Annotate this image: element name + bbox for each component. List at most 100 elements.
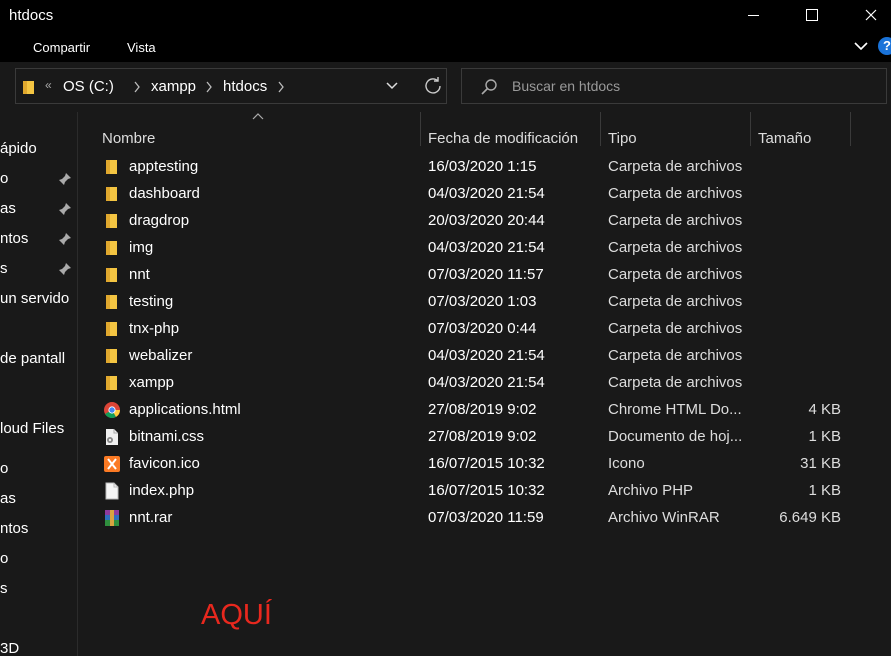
nav-item[interactable]: ntos bbox=[0, 230, 28, 247]
nav-item[interactable]: o bbox=[0, 550, 8, 567]
nav-item[interactable]: ntos bbox=[0, 520, 28, 537]
file-row[interactable]: testing 07/03/2020 1:03 Carpeta de archivo… bbox=[78, 289, 891, 316]
breadcrumb-os-c[interactable]: OS (C:) bbox=[63, 78, 114, 95]
file-row[interactable]: index.php 16/07/2015 10:32 Archivo PHP 1 KB bbox=[78, 478, 891, 505]
window-title: htdocs bbox=[9, 7, 54, 24]
column-divider[interactable] bbox=[420, 112, 421, 146]
column-header-size[interactable]: Tamaño bbox=[758, 130, 811, 147]
breadcrumb-htdocs[interactable]: htdocs bbox=[223, 78, 267, 95]
nav-item[interactable]: de pantall bbox=[0, 350, 65, 367]
chevron-right-icon[interactable] bbox=[277, 81, 285, 93]
nav-item[interactable]: un servido bbox=[0, 290, 69, 307]
column-header-type[interactable]: Tipo bbox=[608, 130, 637, 147]
file-type: Documento de hoj... bbox=[608, 428, 743, 445]
breadcrumb-xampp[interactable]: xampp bbox=[151, 78, 196, 95]
file-type: Carpeta de archivos bbox=[608, 158, 743, 175]
address-bar[interactable]: « OS (C:) xampp htdocs bbox=[15, 68, 447, 104]
file-name: tnx-php bbox=[129, 320, 180, 337]
column-header-date[interactable]: Fecha de modificación bbox=[428, 130, 578, 147]
file-name: nnt bbox=[129, 266, 150, 283]
file-name: xampp bbox=[129, 374, 175, 391]
file-name: apptesting bbox=[129, 158, 199, 175]
file-row[interactable]: xampp 04/03/2020 21:54 Carpeta de archivos bbox=[78, 370, 891, 397]
pin-icon bbox=[59, 233, 71, 245]
file-row[interactable]: dragdrop 20/03/2020 20:44 Carpeta de archi… bbox=[78, 208, 891, 235]
file-date: 04/03/2020 21:54 bbox=[428, 374, 545, 391]
blank-file-icon bbox=[103, 482, 121, 500]
file-type: Icono bbox=[608, 455, 645, 472]
title-bar: htdocs bbox=[0, 0, 891, 30]
file-row[interactable]: favicon.ico 16/07/2015 10:32 Icono 31 KB bbox=[78, 451, 891, 478]
nav-item[interactable]: o bbox=[0, 460, 8, 477]
file-date: 04/03/2020 21:54 bbox=[428, 347, 545, 364]
tab-compartir[interactable]: Compartir bbox=[33, 40, 90, 55]
file-row[interactable]: apptesting 16/03/2020 1:15 Carpeta de arch… bbox=[78, 154, 891, 181]
file-type: Carpeta de archivos bbox=[608, 185, 743, 202]
search-input[interactable]: Buscar en htdocs bbox=[512, 78, 620, 94]
file-row[interactable]: img 04/03/2020 21:54 Carpeta de archivos bbox=[78, 235, 891, 262]
chrome-icon bbox=[103, 401, 121, 419]
maximize-button[interactable] bbox=[789, 0, 835, 30]
file-row[interactable]: dashboard 04/03/2020 21:54 Carpeta de arch… bbox=[78, 181, 891, 208]
folder-icon bbox=[103, 158, 121, 176]
file-name: applications.html bbox=[129, 401, 241, 418]
nav-item[interactable]: s bbox=[0, 260, 8, 277]
address-dropdown-icon[interactable] bbox=[385, 80, 399, 92]
file-date: 16/07/2015 10:32 bbox=[428, 455, 545, 472]
navigation-pane: ápido o as ntos s un servido de pantall … bbox=[0, 112, 78, 656]
help-button[interactable]: ? bbox=[878, 37, 891, 55]
column-divider[interactable] bbox=[850, 112, 851, 146]
search-box[interactable]: Buscar en htdocs bbox=[461, 68, 887, 104]
close-icon bbox=[865, 9, 877, 21]
file-type: Carpeta de archivos bbox=[608, 374, 743, 391]
nav-item[interactable]: loud Files bbox=[0, 420, 64, 437]
file-row[interactable]: tnx-php 07/03/2020 0:44 Carpeta de archivo… bbox=[78, 316, 891, 343]
folder-icon bbox=[103, 320, 121, 338]
folder-icon bbox=[103, 266, 121, 284]
sort-ascending-icon bbox=[252, 113, 264, 120]
nav-item[interactable]: o bbox=[0, 170, 8, 187]
file-date: 04/03/2020 21:54 bbox=[428, 185, 545, 202]
file-type: Archivo WinRAR bbox=[608, 509, 720, 526]
folder-icon bbox=[103, 293, 121, 311]
file-type: Carpeta de archivos bbox=[608, 266, 743, 283]
ribbon: Compartir Vista bbox=[0, 30, 891, 62]
chevron-right-icon[interactable] bbox=[133, 81, 141, 93]
file-row[interactable]: nnt 07/03/2020 11:57 Carpeta de archivos bbox=[78, 262, 891, 289]
column-divider[interactable] bbox=[750, 112, 751, 146]
folder-icon bbox=[23, 81, 34, 94]
file-size: 4 KB bbox=[808, 401, 841, 418]
chevron-right-icon[interactable] bbox=[205, 81, 213, 93]
file-row[interactable]: applications.html 27/08/2019 9:02 Chrome H… bbox=[78, 397, 891, 424]
maximize-icon bbox=[806, 9, 818, 21]
expand-ribbon-chevron-icon[interactable] bbox=[853, 38, 869, 54]
nav-item[interactable]: s bbox=[0, 580, 8, 597]
nav-item[interactable]: 3D bbox=[0, 640, 19, 656]
winrar-icon bbox=[103, 509, 121, 527]
file-row[interactable]: bitnami.css 27/08/2019 9:02 Documento de h… bbox=[78, 424, 891, 451]
tab-vista[interactable]: Vista bbox=[127, 40, 156, 55]
file-date: 16/07/2015 10:32 bbox=[428, 482, 545, 499]
file-type: Chrome HTML Do... bbox=[608, 401, 742, 418]
file-date: 07/03/2020 1:03 bbox=[428, 293, 537, 310]
file-name: index.php bbox=[129, 482, 195, 499]
file-row[interactable]: webalizer 04/03/2020 21:54 Carpeta de arch… bbox=[78, 343, 891, 370]
column-header-name[interactable]: Nombre bbox=[102, 130, 155, 147]
nav-item[interactable]: as bbox=[0, 200, 16, 217]
file-size: 1 KB bbox=[808, 482, 841, 499]
minimize-button[interactable] bbox=[730, 0, 776, 30]
nav-item[interactable]: as bbox=[0, 490, 16, 507]
file-date: 20/03/2020 20:44 bbox=[428, 212, 545, 229]
pin-icon bbox=[59, 203, 71, 215]
file-size: 1 KB bbox=[808, 428, 841, 445]
column-divider[interactable] bbox=[600, 112, 601, 146]
file-name: dragdrop bbox=[129, 212, 190, 229]
folder-icon bbox=[103, 185, 121, 203]
file-type: Carpeta de archivos bbox=[608, 293, 743, 310]
search-icon bbox=[481, 79, 497, 95]
breadcrumb-overflow[interactable]: « bbox=[45, 78, 52, 92]
file-row[interactable]: nnt.rar 07/03/2020 11:59 Archivo WinRAR 6.6… bbox=[78, 505, 891, 532]
nav-item[interactable]: ápido bbox=[0, 140, 37, 157]
refresh-icon[interactable] bbox=[422, 75, 444, 97]
close-button[interactable] bbox=[848, 0, 891, 30]
